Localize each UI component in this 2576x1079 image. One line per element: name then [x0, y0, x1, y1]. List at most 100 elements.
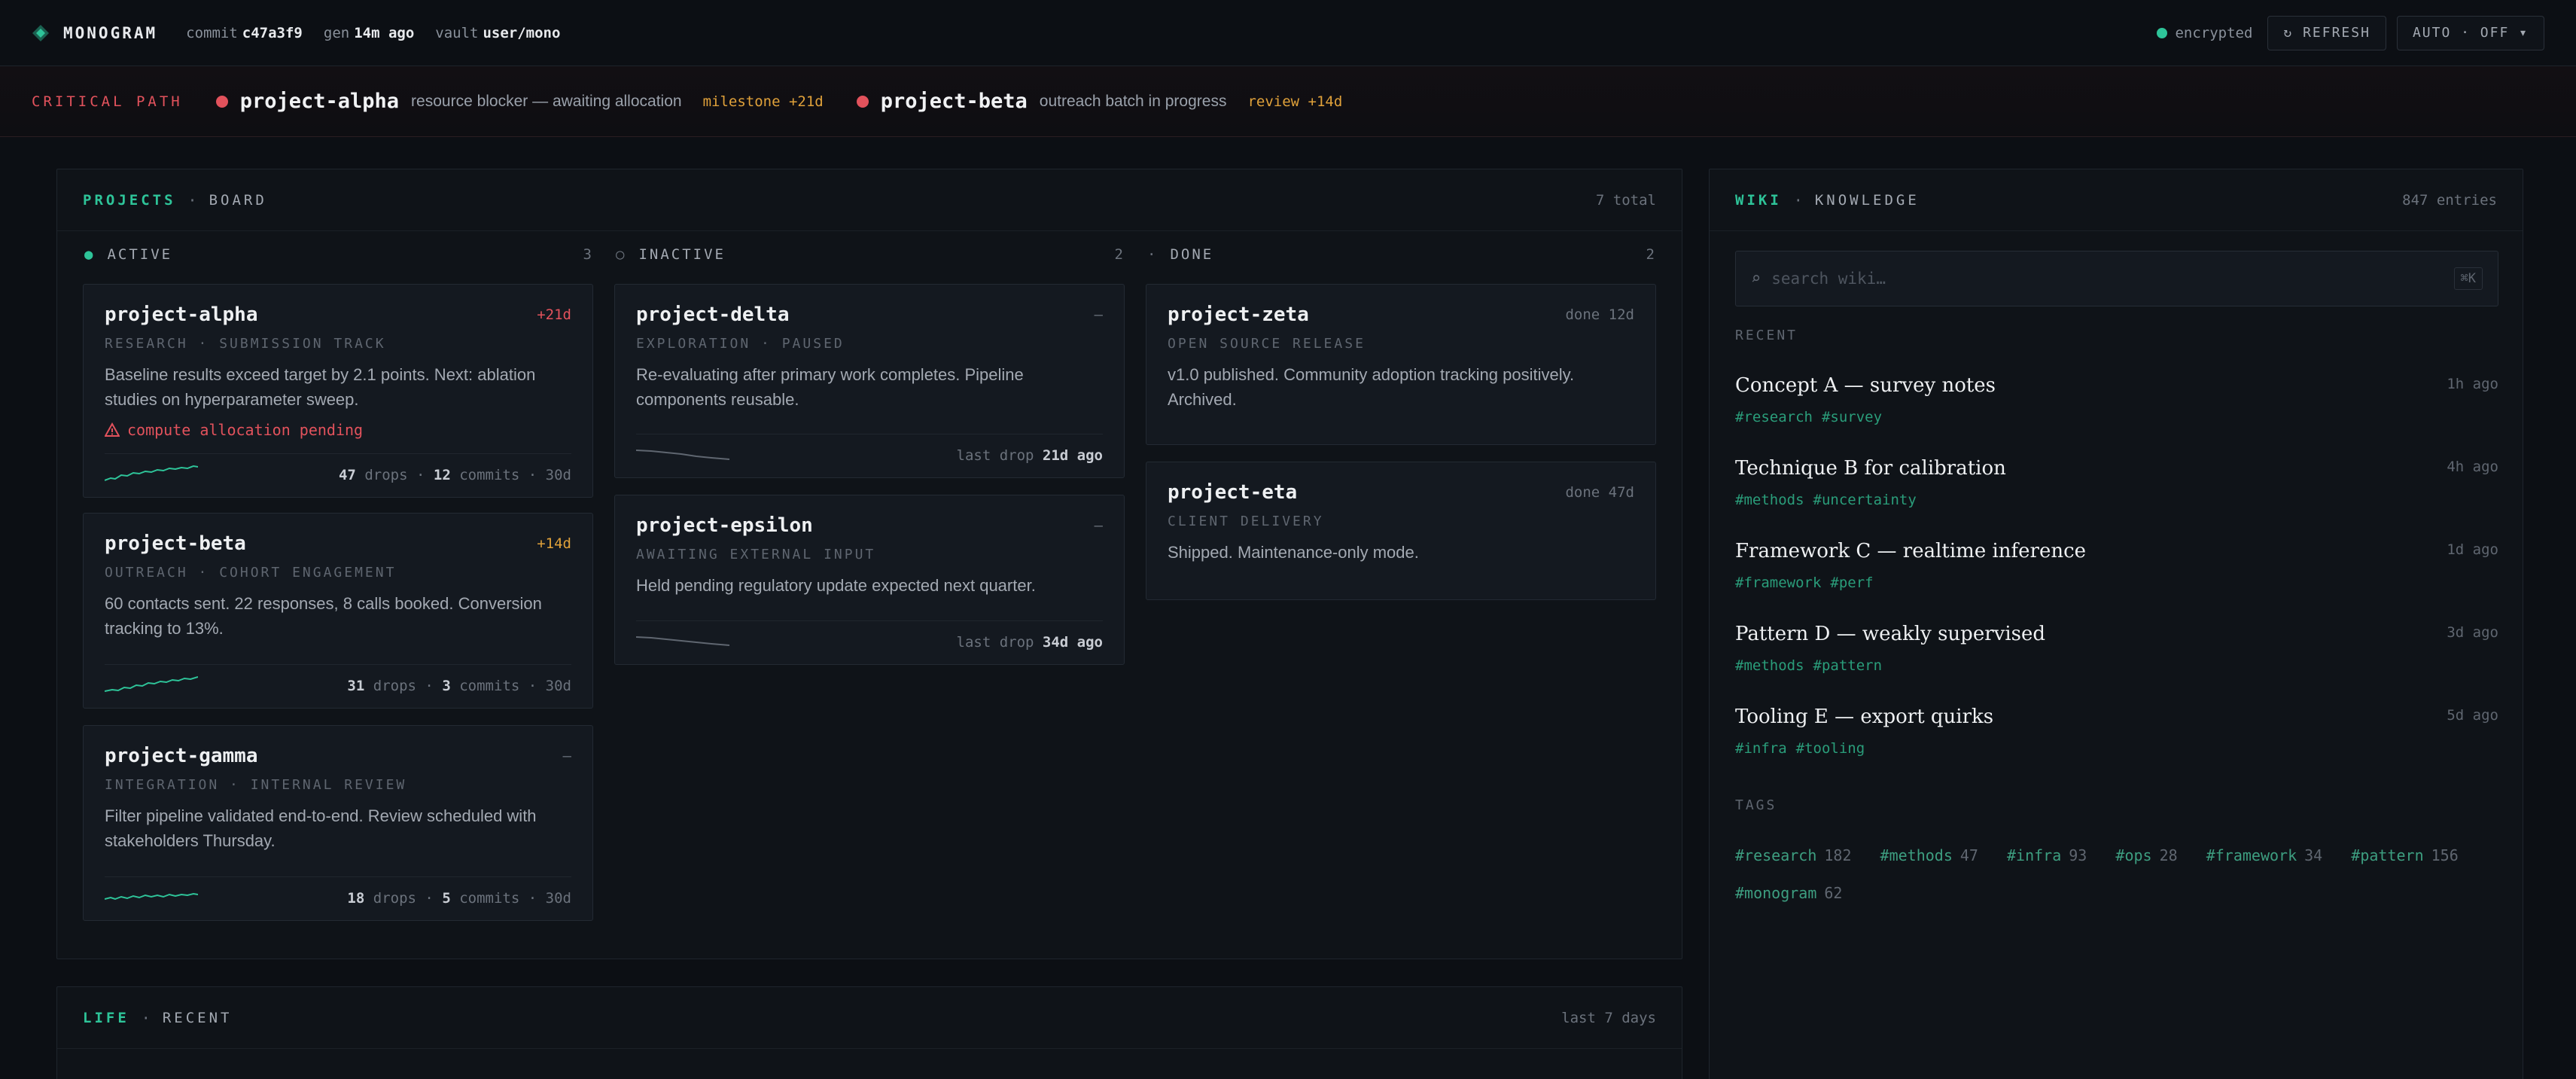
critical-item-desc: resource blocker — awaiting allocation [411, 92, 682, 110]
project-card-gamma[interactable]: project-gamma – INTEGRATION · INTERNAL R… [83, 725, 593, 921]
gen-meta: gen 14m ago [323, 24, 415, 41]
critical-path-bar: CRITICAL PATH project-alpha resource blo… [0, 66, 2576, 137]
panel-title-accent: LIFE [83, 1009, 129, 1026]
card-subtitle: OUTREACH · COHORT ENGAGEMENT [105, 565, 397, 581]
deadline-badge: +14d [537, 535, 571, 552]
project-total: 7 total [1595, 191, 1656, 209]
refresh-button[interactable]: ↻ REFRESH [2267, 15, 2386, 50]
wiki-entry[interactable]: Tooling E — export quirks 5d ago #infra #… [1735, 706, 2498, 781]
critical-path-label: CRITICAL PATH [32, 93, 183, 110]
panel-header: WIKI · KNOWLEDGE 847 entries [1710, 169, 2523, 231]
wiki-entry-time: 1d ago [2447, 541, 2498, 558]
wiki-entry[interactable]: Framework C — realtime inference 1d ago … [1735, 540, 2498, 615]
tags-label: TAGS [1735, 797, 1777, 813]
project-card-beta[interactable]: project-beta +14d OUTREACH · COHORT ENGA… [83, 513, 593, 709]
wiki-search-input[interactable] [1771, 270, 2444, 288]
monogram-logo-icon [32, 24, 49, 41]
card-stats: 18 drops · 5 commits · 30d [347, 890, 571, 907]
tag-chip[interactable]: #infra 93 [2007, 837, 2087, 874]
tag-cloud: #research 182 #methods 47 #infra 93 #ops 28 … [1735, 837, 2498, 912]
card-description: Held pending regulatory update expected … [636, 576, 1036, 595]
shortcut-hint: ⌘K [2453, 267, 2483, 290]
column-active: ● ACTIVE 3 project-alpha +21d RESEARCH ·… [83, 231, 593, 921]
wiki-entry-title: Framework C — realtime inference [1735, 540, 2087, 562]
commit-hash: c47a3f9 [242, 24, 303, 41]
gen-time: 14m ago [354, 24, 415, 41]
column-count: 2 [1114, 246, 1123, 263]
critical-item[interactable]: project-alpha resource blocker — awaitin… [215, 90, 824, 113]
tag-chip[interactable]: #framework 34 [2206, 837, 2323, 874]
card-subtitle: INTEGRATION · INTERNAL REVIEW [105, 777, 407, 793]
wiki-entry[interactable]: Pattern D — weakly supervised 3d ago #me… [1735, 623, 2498, 698]
project-card-epsilon[interactable]: project-epsilon – AWAITING EXTERNAL INPU… [614, 495, 1125, 665]
tag-chip[interactable]: #ops 28 [2115, 837, 2177, 874]
wiki-entry-time: 3d ago [2447, 624, 2498, 641]
panel-title: KNOWLEDGE [1814, 191, 1920, 209]
wiki-knowledge-panel: WIKI · KNOWLEDGE 847 entries ⌕ ⌘K RECENT… [1709, 169, 2523, 1079]
inactive-circle-icon: ○ [616, 246, 627, 263]
card-name: project-epsilon [636, 514, 813, 537]
wiki-entry-title: Technique B for calibration [1735, 457, 2006, 480]
card-description: Filter pipeline validated end-to-end. Re… [105, 806, 537, 850]
card-subtitle: RESEARCH · SUBMISSION TRACK [105, 336, 386, 352]
done-dot-icon: · [1147, 246, 1159, 263]
card-subtitle: EXPLORATION · PAUSED [636, 336, 845, 352]
wiki-entry-time: 5d ago [2447, 707, 2498, 724]
wiki-entry-tags: #research #survey [1735, 409, 1883, 425]
commit-meta: commit c47a3f9 [186, 24, 303, 41]
wiki-search-box[interactable]: ⌕ ⌘K [1735, 251, 2498, 306]
card-description: Shipped. Maintenance-only mode. [1168, 543, 1419, 562]
wiki-entry-tags: #methods #uncertainty [1735, 492, 1917, 508]
done-badge: done 12d [1565, 306, 1634, 323]
column-inactive: ○ INACTIVE 2 project-delta – EXPLORATION… [614, 231, 1125, 665]
activity-sparkline [105, 676, 198, 692]
card-name: project-zeta [1168, 303, 1309, 326]
wiki-entry-tags: #framework #perf [1735, 575, 1874, 591]
deadline-badge: – [1094, 517, 1103, 534]
wiki-entry-count: 847 entries [2402, 191, 2497, 209]
card-description: 60 contacts sent. 22 responses, 8 calls … [105, 594, 542, 638]
tag-chip[interactable]: #pattern 156 [2351, 837, 2458, 874]
card-description: Baseline results exceed target by 2.1 po… [105, 365, 536, 409]
tag-chip[interactable]: #methods 47 [1880, 837, 1978, 874]
wiki-entry[interactable]: Technique B for calibration 4h ago #meth… [1735, 457, 2498, 532]
activity-sparkline [105, 892, 198, 901]
panel-title: RECENT [162, 1009, 233, 1026]
tag-chip[interactable]: #research 182 [1735, 837, 1852, 874]
wiki-entry[interactable]: Concept A — survey notes 1h ago #researc… [1735, 374, 2498, 450]
vault-meta: vault user/mono [435, 24, 561, 41]
life-recent-panel: LIFE · RECENT last 7 days [56, 986, 1682, 1079]
card-warning: compute allocation pending [105, 421, 571, 439]
project-card-zeta[interactable]: project-zeta done 12d OPEN SOURCE RELEAS… [1146, 284, 1656, 445]
project-card-eta[interactable]: project-eta done 47d CLIENT DELIVERY Shi… [1146, 462, 1656, 600]
active-dot-icon: ● [84, 246, 96, 263]
critical-item[interactable]: project-beta outreach batch in progress … [856, 90, 1343, 113]
project-card-alpha[interactable]: project-alpha +21d RESEARCH · SUBMISSION… [83, 284, 593, 498]
panel-header: PROJECTS · BOARD 7 total [57, 169, 1682, 231]
card-name: project-eta [1168, 481, 1298, 504]
deadline-badge: – [562, 748, 571, 764]
wiki-entry-time: 1h ago [2447, 376, 2498, 392]
critical-item-tag: milestone +21d [702, 93, 824, 110]
panel-title-accent: WIKI [1735, 191, 1782, 209]
critical-item-tag: review +14d [1247, 93, 1343, 110]
activity-sparkline [636, 636, 729, 646]
project-card-delta[interactable]: project-delta – EXPLORATION · PAUSED Re-… [614, 284, 1125, 478]
card-subtitle: OPEN SOURCE RELEASE [1168, 336, 1366, 352]
activity-sparkline [105, 465, 198, 481]
auto-refresh-dropdown[interactable]: AUTO · OFF ▾ [2396, 15, 2544, 50]
wiki-entry-title: Tooling E — export quirks [1735, 706, 1994, 728]
wiki-entry-tags: #infra #tooling [1735, 740, 1865, 757]
card-name: project-alpha [105, 303, 258, 326]
warning-icon [105, 422, 120, 437]
life-range: last 7 days [1561, 1009, 1656, 1026]
tag-chip[interactable]: #monogram 62 [1735, 874, 1842, 912]
card-name: project-delta [636, 303, 790, 326]
brand-name: MONOGRAM [63, 23, 158, 42]
column-header: · DONE 2 [1147, 246, 1655, 263]
deadline-badge: +21d [537, 306, 571, 323]
card-name: project-gamma [105, 745, 258, 767]
card-stats: 31 drops · 3 commits · 30d [347, 678, 571, 694]
column-header: ● ACTIVE 3 [84, 246, 592, 263]
wiki-entry-title: Pattern D — weakly supervised [1735, 623, 2046, 645]
